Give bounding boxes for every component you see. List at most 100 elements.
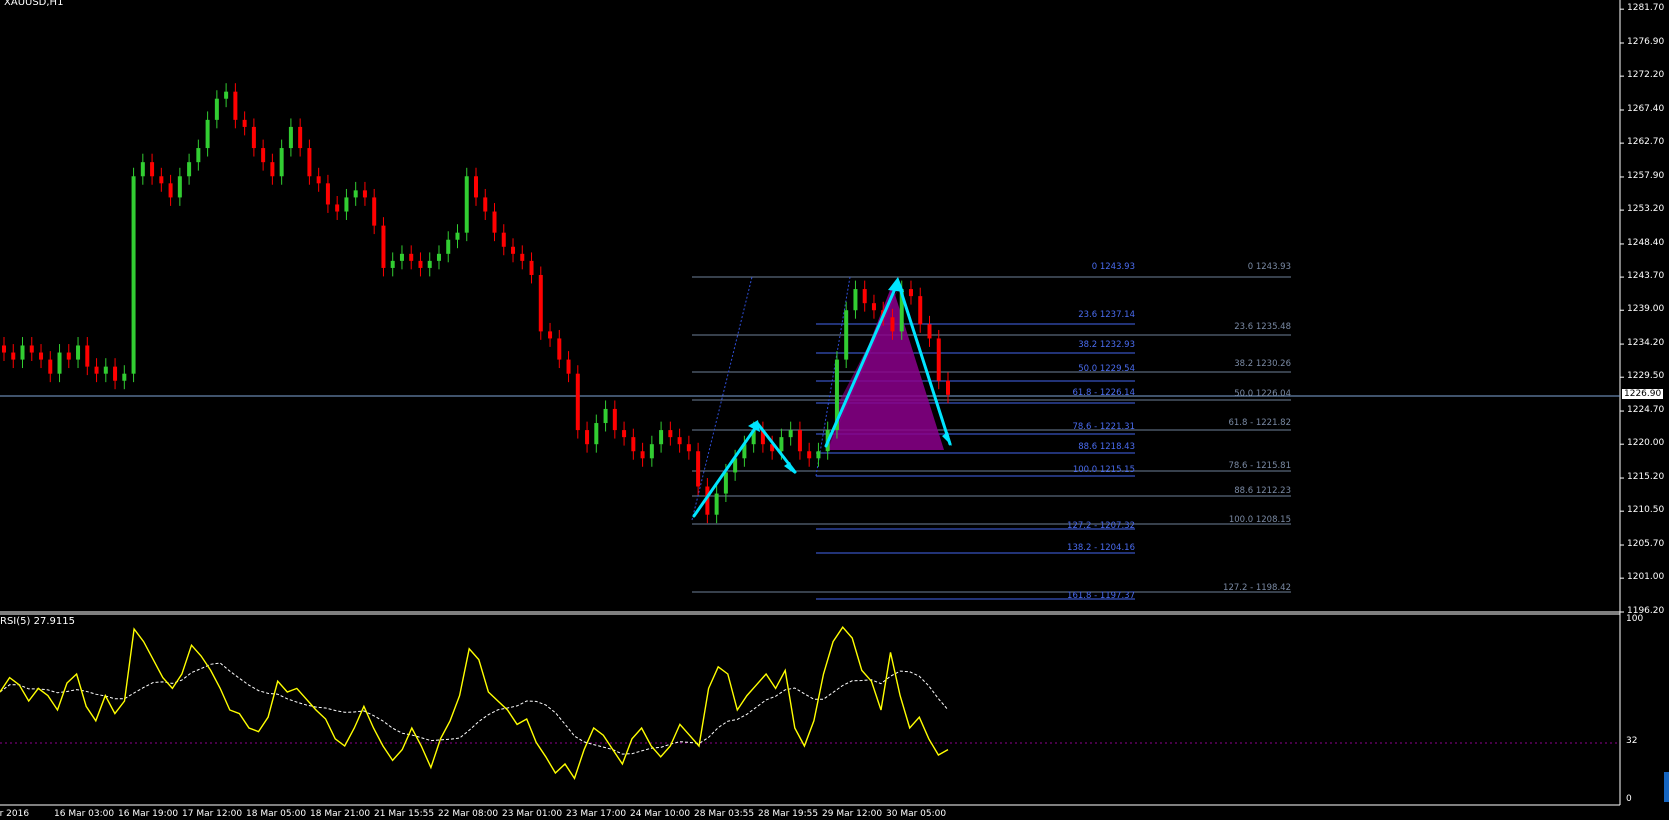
candle-body [409, 253, 414, 261]
candle-body [390, 260, 395, 268]
candle-body [862, 289, 867, 304]
candle-body [603, 408, 608, 424]
candle-body [844, 310, 849, 360]
price-tick-label: 1281.70 [1627, 3, 1665, 14]
fib-level-label: 50.0 1229.54 [1078, 363, 1135, 374]
candle-body [150, 162, 155, 177]
candle-body [807, 451, 812, 459]
candle-body [427, 260, 432, 268]
time-tick-label: 15 Mar 2016 [0, 809, 30, 819]
candle-body [890, 317, 895, 332]
candle-body [483, 197, 488, 212]
candle-body [640, 451, 645, 459]
fib-level-label: 127.2 - 1207.32 [1067, 520, 1135, 531]
price-tick-label: 1253.20 [1627, 204, 1665, 215]
candle-body [918, 296, 923, 325]
fib-level-label: 50.0 1226.04 [1234, 388, 1291, 399]
current-price-badge: 1226.90 [1622, 389, 1664, 399]
rsi-title: RSI(5) 27.9115 [0, 616, 75, 627]
fib-level-label: 127.2 - 1198.42 [1223, 583, 1291, 594]
fib-level-label: 78.6 - 1221.31 [1072, 421, 1135, 432]
price-tick-label: 1239.00 [1627, 304, 1665, 315]
candle-body [39, 352, 44, 360]
candle-body [279, 148, 284, 177]
candle-body [168, 183, 173, 198]
candle-body [797, 430, 802, 452]
fib-level-label: 100.0 1208.15 [1228, 514, 1291, 525]
rsi-line [0, 626, 949, 780]
fib-level-label: 88.6 1212.23 [1234, 485, 1291, 496]
candle-body [594, 423, 599, 445]
time-tick-label: 21 Mar 15:55 [374, 809, 435, 819]
candle-body [140, 162, 145, 177]
candle-body [224, 91, 229, 99]
candle-body [575, 373, 580, 431]
fib-trend-line [691, 276, 753, 521]
time-tick-label: 16 Mar 03:00 [54, 809, 115, 819]
candle-body [131, 176, 136, 374]
candle-body [103, 366, 108, 374]
candle-body [464, 176, 469, 233]
scroll-marker[interactable] [1664, 772, 1669, 802]
price-tick-label: 1276.90 [1627, 37, 1665, 47]
candle-body [251, 126, 256, 149]
price-chart[interactable] [0, 0, 1669, 820]
fib-level-label: 138.2 - 1204.16 [1067, 542, 1135, 553]
candle-body [529, 260, 534, 275]
time-tick-label: 29 Mar 12:00 [822, 809, 883, 819]
candle-body [94, 366, 99, 374]
candle-body [261, 148, 266, 163]
rsi-level-label: 32 [1626, 736, 1638, 747]
candle-body [677, 437, 682, 445]
time-tick-label: 28 Mar 03:55 [694, 809, 755, 819]
candle-body [20, 345, 25, 360]
candle-body [946, 380, 950, 395]
candle-body [659, 430, 664, 445]
candle-body [196, 148, 201, 163]
candle-body [325, 183, 330, 205]
time-tick-label: 28 Mar 19:55 [758, 809, 819, 819]
candle-body [871, 303, 876, 311]
price-ticks [1620, 8, 1624, 613]
candle-body [631, 437, 636, 452]
time-tick-label: 23 Mar 17:00 [566, 809, 627, 819]
candle-body [816, 451, 821, 459]
fib-level-label: 78.6 - 1215.81 [1228, 460, 1291, 471]
rsi-level-label: 0 [1626, 794, 1632, 804]
price-tick-label: 1215.20 [1627, 472, 1665, 483]
candle-body [113, 366, 118, 381]
fib-level-label: 38.2 1230.26 [1234, 358, 1291, 369]
candle-body [29, 345, 34, 353]
time-tick-label: 23 Mar 01:00 [502, 809, 563, 819]
candle-body [585, 430, 590, 445]
candle-body [316, 176, 321, 184]
price-tick-label: 1210.50 [1627, 505, 1665, 516]
candle-body [538, 274, 543, 332]
price-tick-label: 1220.00 [1627, 438, 1665, 449]
candle-body [48, 359, 53, 374]
price-tick-label: 1257.90 [1627, 170, 1665, 181]
time-tick-label: 16 Mar 19:00 [118, 809, 179, 819]
price-tick-label: 1248.40 [1627, 237, 1665, 248]
candle-body [177, 176, 182, 198]
price-tick-label: 1201.00 [1627, 572, 1665, 583]
candle-body [936, 338, 941, 381]
fib-level-label: 88.6 1218.43 [1078, 442, 1135, 453]
candle-body [57, 352, 62, 374]
candle-body [723, 472, 728, 494]
chart-symbol-label: XAUUSD,H1 [4, 0, 64, 8]
candle-body [557, 338, 562, 360]
candle-body [492, 211, 497, 233]
candle-body [612, 408, 617, 431]
candle-body [779, 437, 784, 452]
candle-body [353, 190, 358, 198]
time-tick-label: 18 Mar 05:00 [246, 809, 307, 819]
candle-body [76, 345, 81, 360]
candle-body [381, 225, 386, 268]
candle-body [233, 91, 238, 120]
candle-body [344, 197, 349, 212]
candle-body [187, 162, 192, 177]
fib-level-label: 100.0 1215.15 [1072, 465, 1135, 476]
candle-body [288, 126, 293, 149]
candle-body [520, 253, 525, 261]
